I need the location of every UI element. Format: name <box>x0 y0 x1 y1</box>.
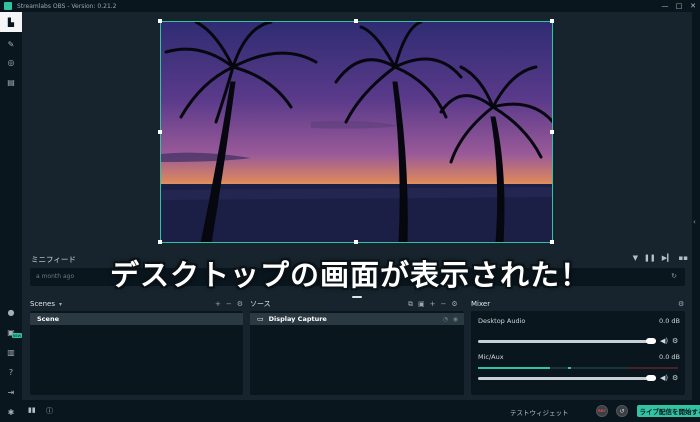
record-button[interactable]: REC <box>596 405 608 417</box>
chevron-down-icon[interactable]: ▾ <box>59 301 62 308</box>
editor-icon: ▙ <box>7 17 15 27</box>
login-icon: ⇥ <box>7 387 15 397</box>
gear-icon[interactable]: ⚙ <box>672 337 678 345</box>
gear-icon[interactable]: ⚙ <box>672 374 678 382</box>
scene-label: Scene <box>37 315 59 323</box>
scenes-header: Scenes ▾ <box>30 298 62 310</box>
replay-buffer-button[interactable]: ↺ <box>616 405 628 417</box>
display-capture-preview[interactable] <box>161 22 553 243</box>
resize-handle[interactable] <box>354 240 358 244</box>
folder-icon[interactable]: ▣ <box>418 300 425 309</box>
speaker-icon[interactable]: ◀) <box>660 374 668 382</box>
volume-slider[interactable] <box>478 377 656 380</box>
app-logo-icon <box>4 2 12 10</box>
scenes-panel: Scene <box>30 311 243 395</box>
sidebar-item-help[interactable]: ? <box>0 362 22 382</box>
audio-meter-level <box>478 367 550 369</box>
sunset-palm-image <box>161 22 553 243</box>
minimize-button[interactable]: — <box>658 0 672 12</box>
resize-handle[interactable] <box>158 19 162 23</box>
mixer-db-value: 0.0 dB <box>659 353 680 361</box>
resize-handle[interactable] <box>158 240 162 244</box>
test-widgets-button[interactable]: テストウィジェット <box>510 407 569 417</box>
sidebar-item-themes[interactable]: ✎ <box>0 34 22 54</box>
sidebar-item-editor[interactable]: ▙ <box>0 12 22 32</box>
sidebar-item-highlighter[interactable]: ● <box>0 302 22 322</box>
sidebar-item-app-store[interactable]: ▣ <box>0 322 22 342</box>
mixer-header: Mixer <box>471 298 490 310</box>
resize-handle[interactable] <box>550 130 554 134</box>
overlay-caption: デスクトップの画面が表示された！ <box>109 258 590 292</box>
copy-source-icon[interactable]: ⧉ <box>408 300 413 309</box>
monitor-icon: ▭ <box>257 315 264 323</box>
volume-knob[interactable] <box>646 375 656 381</box>
mixer-db-value: 0.0 dB <box>659 317 680 325</box>
new-badge: NEW <box>12 333 22 338</box>
store-icon: ▤ <box>7 77 15 87</box>
panel-resize-grip[interactable] <box>352 296 362 298</box>
resize-handle[interactable] <box>550 19 554 23</box>
sidebar-item-login[interactable]: ⇥ <box>0 382 22 402</box>
add-source-button[interactable]: + <box>430 300 436 309</box>
sources-tools: ⧉ ▣ + − ⚙ <box>408 300 458 309</box>
right-panel-toggle[interactable]: ‹ <box>692 12 700 422</box>
performance-icon[interactable]: ▮▮ <box>28 406 36 414</box>
resize-handle[interactable] <box>354 19 358 23</box>
help-icon: ? <box>8 367 14 377</box>
remove-scene-button[interactable]: − <box>226 300 232 308</box>
source-label: Display Capture <box>268 315 327 323</box>
go-live-button[interactable]: ライブ配信を開始する <box>637 405 700 417</box>
mixer-settings-button[interactable]: ⚙ <box>678 300 684 308</box>
audio-meter-peak <box>628 367 678 369</box>
sidebar-item-layout[interactable]: ▥ <box>0 342 22 362</box>
add-scene-button[interactable]: + <box>215 300 221 308</box>
sidebar-item-dashboard[interactable]: ◎ <box>0 52 22 72</box>
scenes-title: Scenes <box>30 300 55 308</box>
circle-icon: ● <box>7 307 15 317</box>
sources-title: ソース <box>250 300 271 308</box>
layout-icon: ▥ <box>7 347 15 357</box>
title-bar: Streamlabs OBS - Version: 0.21.2 — □ ✕ <box>0 0 700 12</box>
resize-handle[interactable] <box>550 240 554 244</box>
remove-source-button[interactable]: − <box>441 300 447 309</box>
mixer-source-name: Mic/Aux <box>478 353 504 361</box>
mixer-title: Mixer <box>471 300 491 308</box>
sidebar-item-settings[interactable]: ✱ <box>0 402 22 422</box>
left-sidebar: ▙ ✎ ◎ ▤ ● ▣ NEW ▥ ? ⇥ ✱ <box>0 12 22 422</box>
source-settings-button[interactable]: ⚙ <box>451 300 457 309</box>
chevron-left-icon: ‹ <box>693 218 696 226</box>
sidebar-item-store[interactable]: ▤ <box>0 72 22 92</box>
volume-knob[interactable] <box>646 338 656 344</box>
window-title: Streamlabs OBS - Version: 0.21.2 <box>17 2 117 10</box>
wrench-icon: ✎ <box>7 39 15 49</box>
mixer-panel: Desktop Audio 0.0 dB ◀) ⚙ Mic/Aux 0.0 dB… <box>471 311 685 395</box>
eye-icon[interactable]: ◉ <box>453 316 458 323</box>
sources-panel: ▭ Display Capture ◔ ◉ <box>250 311 464 395</box>
sources-header: ソース <box>250 298 271 310</box>
scene-settings-button[interactable]: ⚙ <box>237 300 243 308</box>
info-icon[interactable]: ⓘ <box>46 406 53 416</box>
source-row[interactable]: ▭ Display Capture ◔ ◉ <box>250 313 464 325</box>
maximize-button[interactable]: □ <box>672 0 686 12</box>
close-button[interactable]: ✕ <box>686 0 700 12</box>
gear-icon: ✱ <box>7 407 15 417</box>
mixer-source-name: Desktop Audio <box>478 317 526 325</box>
globe-icon: ◎ <box>7 57 15 67</box>
window-controls: — □ ✕ <box>658 0 700 12</box>
scenes-tools: + − ⚙ <box>215 300 243 308</box>
speaker-icon[interactable]: ◀) <box>660 337 668 345</box>
footer-bar: ▮▮ ⓘ テストウィジェット REC ↺ ライブ配信を開始する <box>22 400 700 422</box>
resize-handle[interactable] <box>158 130 162 134</box>
audio-meter-peak-marker <box>568 367 571 369</box>
volume-slider[interactable] <box>478 340 656 343</box>
scene-row[interactable]: Scene <box>30 313 243 325</box>
lock-icon[interactable]: ◔ <box>443 316 448 323</box>
